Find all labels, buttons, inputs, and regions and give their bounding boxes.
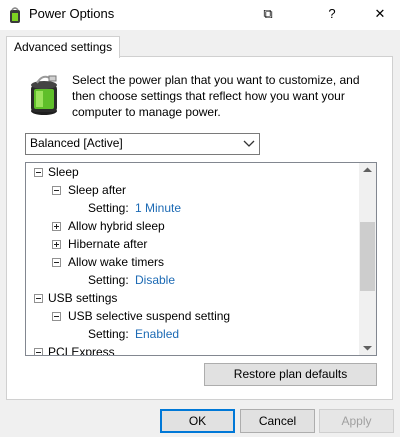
collapse-icon[interactable] xyxy=(34,294,43,303)
apply-button[interactable]: Apply xyxy=(319,409,394,433)
setting-label: Setting: xyxy=(88,327,129,341)
collapse-icon[interactable] xyxy=(52,258,61,267)
expand-icon[interactable] xyxy=(52,222,61,231)
collapse-icon[interactable] xyxy=(52,186,61,195)
tree-item-allow-wake-timers[interactable]: Allow wake timers xyxy=(26,253,356,271)
close-button[interactable]: ✕ xyxy=(366,2,394,26)
tree-label-usb-settings: USB settings xyxy=(48,291,118,305)
tab-advanced-settings[interactable]: Advanced settings xyxy=(6,36,121,58)
tree-item-sleep[interactable]: Sleep xyxy=(26,163,356,181)
scrollbar-thumb[interactable] xyxy=(360,222,375,291)
tree-label-usb-selective-suspend: USB selective suspend setting xyxy=(68,309,231,323)
battery-plan-icon xyxy=(31,75,57,115)
tree-item-usb-settings[interactable]: USB settings xyxy=(26,289,356,307)
sleep-after-setting-value[interactable]: 1 Minute xyxy=(135,199,181,217)
collapse-icon[interactable] xyxy=(52,312,61,321)
scroll-up-icon[interactable] xyxy=(363,167,372,173)
tree-label-allow-hybrid-sleep: Allow hybrid sleep xyxy=(68,219,165,233)
tree-label-sleep-after: Sleep after xyxy=(68,183,127,197)
tree-item-usb-setting: Setting: Enabled xyxy=(26,325,356,343)
power-plan-select[interactable]: Balanced [Active] xyxy=(25,133,260,155)
power-options-icon xyxy=(10,7,20,23)
usb-setting-value[interactable]: Enabled xyxy=(135,325,179,343)
restore-window-button[interactable]: ⧉ xyxy=(254,2,282,26)
settings-tree[interactable]: Sleep Sleep after Setting: 1 Minute Allo… xyxy=(25,162,377,356)
setting-label: Setting: xyxy=(88,201,129,215)
tree-label-hibernate-after: Hibernate after xyxy=(68,237,148,251)
power-plan-select-value: Balanced [Active] xyxy=(30,136,123,150)
tree-item-sleep-after[interactable]: Sleep after xyxy=(26,181,356,199)
tree-item-sleep-after-setting: Setting: 1 Minute xyxy=(26,199,356,217)
cancel-button[interactable]: Cancel xyxy=(240,409,315,433)
ok-button[interactable]: OK xyxy=(160,409,235,433)
restore-plan-defaults-button[interactable]: Restore plan defaults xyxy=(204,363,377,386)
scroll-down-icon[interactable] xyxy=(363,345,372,351)
setting-label: Setting: xyxy=(88,273,129,287)
plan-description: Select the power plan that you want to c… xyxy=(72,73,360,119)
expand-icon[interactable] xyxy=(52,240,61,249)
tree-label-pci-express: PCI Express xyxy=(48,345,115,356)
window-title: Power Options xyxy=(29,6,115,21)
collapse-icon[interactable] xyxy=(34,348,43,355)
tree-label-sleep: Sleep xyxy=(48,165,79,179)
tree-item-usb-selective-suspend[interactable]: USB selective suspend setting xyxy=(26,307,356,325)
help-button[interactable]: ? xyxy=(318,2,346,26)
tree-label-allow-wake-timers: Allow wake timers xyxy=(68,255,165,269)
tree-item-allow-hybrid-sleep[interactable]: Allow hybrid sleep xyxy=(26,217,356,235)
title-bar: Power Options ⧉ ? ✕ xyxy=(0,0,400,30)
tree-item-wake-timers-setting: Setting: Disable xyxy=(26,271,356,289)
tree-item-pci-express[interactable]: PCI Express xyxy=(26,343,356,356)
chevron-down-icon xyxy=(243,140,255,147)
tree-scrollbar[interactable] xyxy=(359,163,376,355)
wake-timers-setting-value[interactable]: Disable xyxy=(135,271,175,289)
tree-item-hibernate-after[interactable]: Hibernate after xyxy=(26,235,356,253)
collapse-icon[interactable] xyxy=(34,168,43,177)
